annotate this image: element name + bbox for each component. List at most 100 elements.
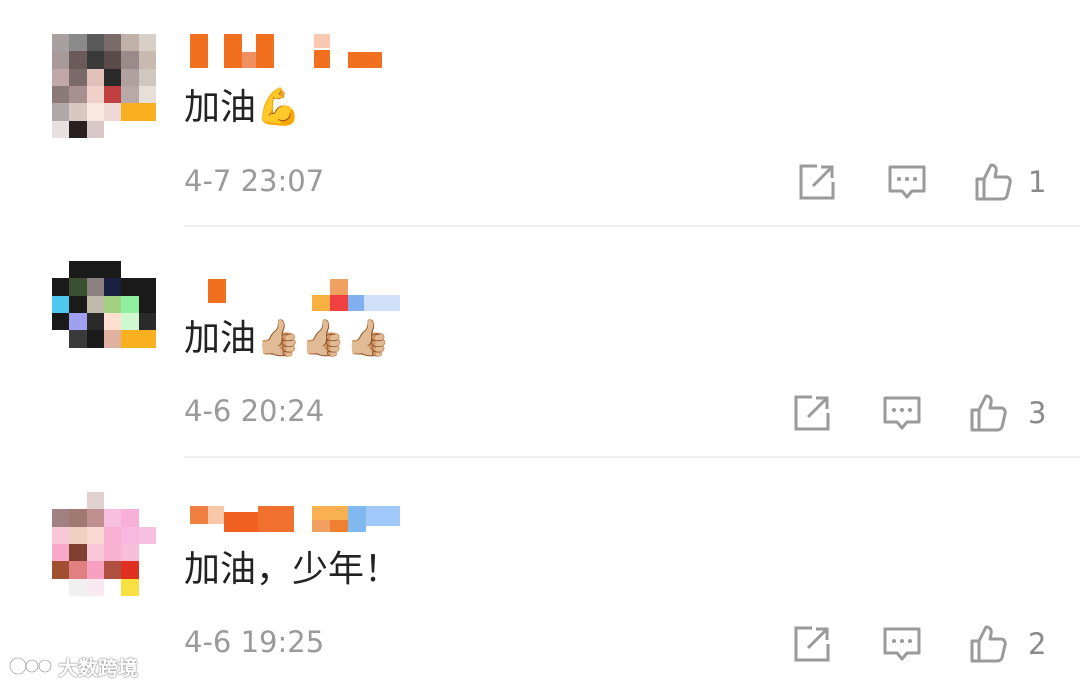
- avatar[interactable]: [52, 261, 156, 365]
- avatar-pixel: [69, 103, 87, 121]
- avatar-pixel: [121, 492, 139, 510]
- comment-timestamp: 4-6 20:24: [184, 394, 325, 428]
- avatar-pixel: [121, 120, 139, 138]
- avatar-pixel: [69, 51, 87, 69]
- like-count: 1: [1028, 165, 1047, 199]
- avatar-pixel: [86, 561, 104, 579]
- thumbs-up-icon[interactable]: [968, 393, 1008, 433]
- avatar-pixel: [138, 86, 156, 104]
- username-pixel: [224, 512, 258, 532]
- username-pixel: [364, 295, 400, 311]
- avatar-pixel: [52, 330, 70, 348]
- username[interactable]: [190, 492, 410, 532]
- avatar-pixel: [86, 68, 104, 86]
- avatar-pixel: [138, 330, 156, 348]
- avatar-pixel: [104, 295, 122, 313]
- avatar-pixel: [138, 68, 156, 86]
- username-pixel: [314, 50, 330, 68]
- username-pixel: [242, 52, 256, 68]
- avatar-pixel: [69, 526, 87, 544]
- avatar-pixel: [121, 34, 139, 52]
- avatar-pixel: [121, 313, 139, 331]
- username-pixel: [224, 34, 242, 68]
- avatar-pixel: [69, 86, 87, 104]
- username[interactable]: [190, 261, 410, 311]
- comment-actions: 1: [797, 162, 1047, 202]
- avatar-pixel: [104, 86, 122, 104]
- comment-item: 加油👍🏼👍🏼👍🏼 4-6 20:24 3: [0, 227, 1080, 458]
- avatar-pixel: [121, 561, 139, 579]
- avatar-pixel: [86, 544, 104, 562]
- avatar-pixel: [86, 103, 104, 121]
- avatar-pixel: [104, 313, 122, 331]
- comment-icon[interactable]: [882, 393, 922, 433]
- avatar-pixel: [104, 103, 122, 121]
- avatar-pixel: [138, 509, 156, 527]
- username[interactable]: [190, 34, 410, 70]
- avatar-pixel: [52, 347, 70, 365]
- share-icon[interactable]: [792, 393, 832, 433]
- watermark: 大数跨境: [8, 650, 138, 682]
- avatar-pixel: [121, 51, 139, 69]
- avatar-pixel: [86, 526, 104, 544]
- avatar-pixel: [104, 261, 122, 279]
- avatar-pixel: [86, 51, 104, 69]
- avatar-pixel: [86, 295, 104, 313]
- avatar-pixel: [104, 278, 122, 296]
- username-pixel: [256, 34, 274, 68]
- username-pixel: [330, 295, 348, 311]
- avatar-pixel: [121, 347, 139, 365]
- avatar-pixel: [52, 120, 70, 138]
- avatar-pixel: [104, 34, 122, 52]
- avatar-pixel: [52, 561, 70, 579]
- avatar-pixel: [69, 295, 87, 313]
- avatar-pixel: [138, 278, 156, 296]
- avatar-pixel: [121, 103, 139, 121]
- like-count: 3: [1028, 396, 1047, 430]
- comment-text: 加油，少年！: [184, 549, 401, 590]
- avatar-pixel: [104, 347, 122, 365]
- avatar-pixel: [138, 492, 156, 510]
- comment-list: 加油💪 4-7 23:07 1 加油👍🏼👍🏼👍🏼 4-6 20:24 3 加油，…: [0, 0, 1080, 686]
- avatar-pixel: [52, 526, 70, 544]
- thumbs-up-icon[interactable]: [973, 162, 1013, 202]
- comment-icon[interactable]: [887, 162, 927, 202]
- avatar[interactable]: [52, 492, 156, 596]
- avatar-pixel: [121, 86, 139, 104]
- avatar-pixel: [69, 120, 87, 138]
- avatar-pixel: [69, 492, 87, 510]
- watermark-label: 大数跨境: [58, 655, 138, 680]
- username-pixel: [312, 295, 330, 311]
- username-pixel: [348, 295, 364, 311]
- avatar-pixel: [86, 313, 104, 331]
- username-pixel: [330, 279, 348, 295]
- avatar-pixel: [104, 578, 122, 596]
- avatar-pixel: [69, 68, 87, 86]
- avatar-pixel: [86, 86, 104, 104]
- share-icon[interactable]: [797, 162, 837, 202]
- avatar-pixel: [69, 544, 87, 562]
- comment-icon[interactable]: [882, 624, 922, 664]
- avatar-pixel: [86, 278, 104, 296]
- avatar-pixel: [138, 120, 156, 138]
- share-icon[interactable]: [792, 624, 832, 664]
- avatar-pixel: [138, 544, 156, 562]
- avatar-pixel: [138, 578, 156, 596]
- avatar-pixel: [104, 561, 122, 579]
- avatar-pixel: [69, 278, 87, 296]
- avatar-pixel: [86, 261, 104, 279]
- avatar-pixel: [69, 313, 87, 331]
- thumbs-up-icon[interactable]: [968, 624, 1008, 664]
- avatar[interactable]: [52, 34, 156, 138]
- username-pixel: [348, 52, 382, 68]
- username-pixel: [190, 34, 208, 68]
- like-count: 2: [1028, 627, 1047, 661]
- avatar-pixel: [121, 261, 139, 279]
- username-pixel: [258, 506, 294, 532]
- comment-actions: 3: [792, 393, 1047, 433]
- avatar-pixel: [104, 509, 122, 527]
- avatar-pixel: [121, 278, 139, 296]
- avatar-pixel: [69, 347, 87, 365]
- avatar-pixel: [52, 492, 70, 510]
- avatar-pixel: [86, 578, 104, 596]
